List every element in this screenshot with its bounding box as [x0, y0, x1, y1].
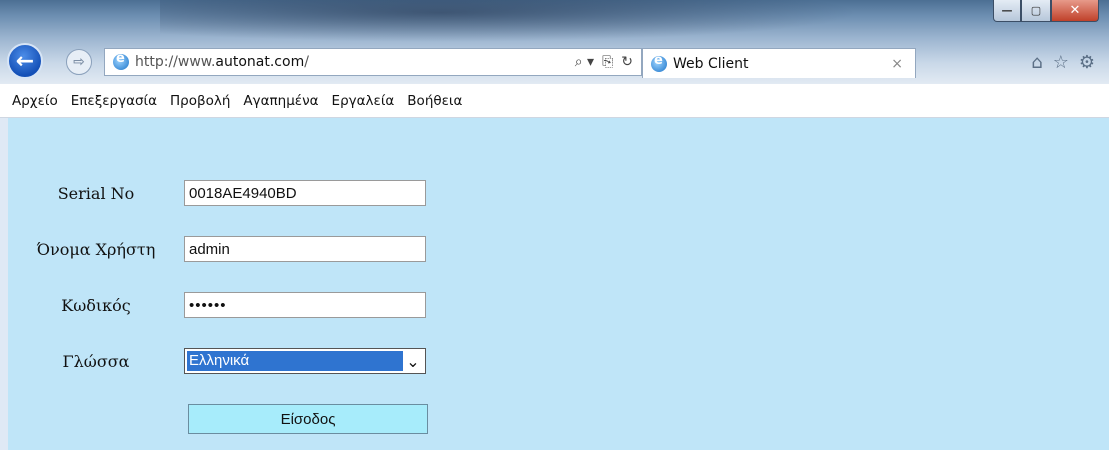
language-row: Γλώσσα Ελληνικά ⌄ [8, 348, 426, 374]
tab-close-icon[interactable]: × [891, 56, 903, 72]
browser-toolbar-icons: ⌂ ☆ ⚙ [1031, 52, 1095, 73]
menu-bar: Αρχείο Επεξεργασία Προβολή Αγαπημένα Εργ… [0, 84, 1109, 118]
address-tools: ⌕ ▾ ⎘ ↻ [575, 54, 633, 70]
menu-edit[interactable]: Επεξεργασία [71, 93, 157, 109]
language-label: Γλώσσα [62, 351, 130, 371]
menu-file[interactable]: Αρχείο [12, 93, 58, 109]
browser-tab[interactable]: Web Client × [642, 48, 916, 78]
tab-ie-icon [651, 53, 667, 72]
username-input[interactable]: admin [184, 236, 426, 262]
language-select[interactable]: Ελληνικά ⌄ [184, 348, 426, 374]
forward-arrow-icon: ⇨ [73, 54, 85, 70]
compatibility-view-icon[interactable]: ⎘ [602, 54, 613, 70]
serial-input[interactable]: 0018AE4940BD [184, 180, 426, 206]
username-label: Όνομα Χρήστη [36, 239, 156, 259]
maximize-button[interactable]: ▢ [1021, 0, 1051, 22]
url-text[interactable]: http://www.autonat.com/ [135, 54, 575, 70]
url-domain: autonat.com [215, 54, 305, 70]
window-controls: — ▢ ✕ [993, 0, 1099, 26]
refresh-icon[interactable]: ↻ [621, 54, 633, 70]
menu-tools[interactable]: Εργαλεία [332, 93, 395, 109]
tab-title: Web Client [673, 55, 749, 72]
ie-page-icon [113, 51, 129, 70]
password-row: Κωδικός •••••• [8, 292, 426, 318]
back-button[interactable]: ← [7, 43, 43, 79]
settings-gear-icon[interactable]: ⚙ [1079, 52, 1095, 73]
forward-button[interactable]: ⇨ [66, 49, 92, 75]
minimize-button[interactable]: — [993, 0, 1021, 22]
username-row: Όνομα Χρήστη admin [8, 236, 426, 262]
password-input[interactable]: •••••• [184, 292, 426, 318]
menu-help[interactable]: Βοήθεια [407, 93, 462, 109]
login-button[interactable]: Είσοδος [188, 404, 428, 434]
serial-row: Serial No 0018AE4940BD [8, 180, 426, 206]
serial-label: Serial No [57, 183, 135, 203]
url-suffix: / [304, 54, 309, 70]
menu-favorites[interactable]: Αγαπημένα [243, 93, 318, 109]
url-prefix: http://www. [135, 54, 216, 70]
favorites-star-icon[interactable]: ☆ [1053, 52, 1069, 73]
back-arrow-icon: ← [15, 48, 35, 74]
search-dropdown-icon[interactable]: ⌕ ▾ [575, 54, 594, 70]
password-label: Κωδικός [61, 295, 131, 315]
chevron-down-icon[interactable]: ⌄ [403, 352, 423, 371]
login-page: Serial No 0018AE4940BD Όνομα Χρήστη admi… [8, 118, 1109, 450]
menu-view[interactable]: Προβολή [170, 93, 230, 109]
language-selected-value: Ελληνικά [187, 351, 403, 371]
address-bar[interactable]: http://www.autonat.com/ ⌕ ▾ ⎘ ↻ [104, 48, 642, 76]
close-window-button[interactable]: ✕ [1051, 0, 1099, 22]
home-icon[interactable]: ⌂ [1031, 52, 1042, 73]
